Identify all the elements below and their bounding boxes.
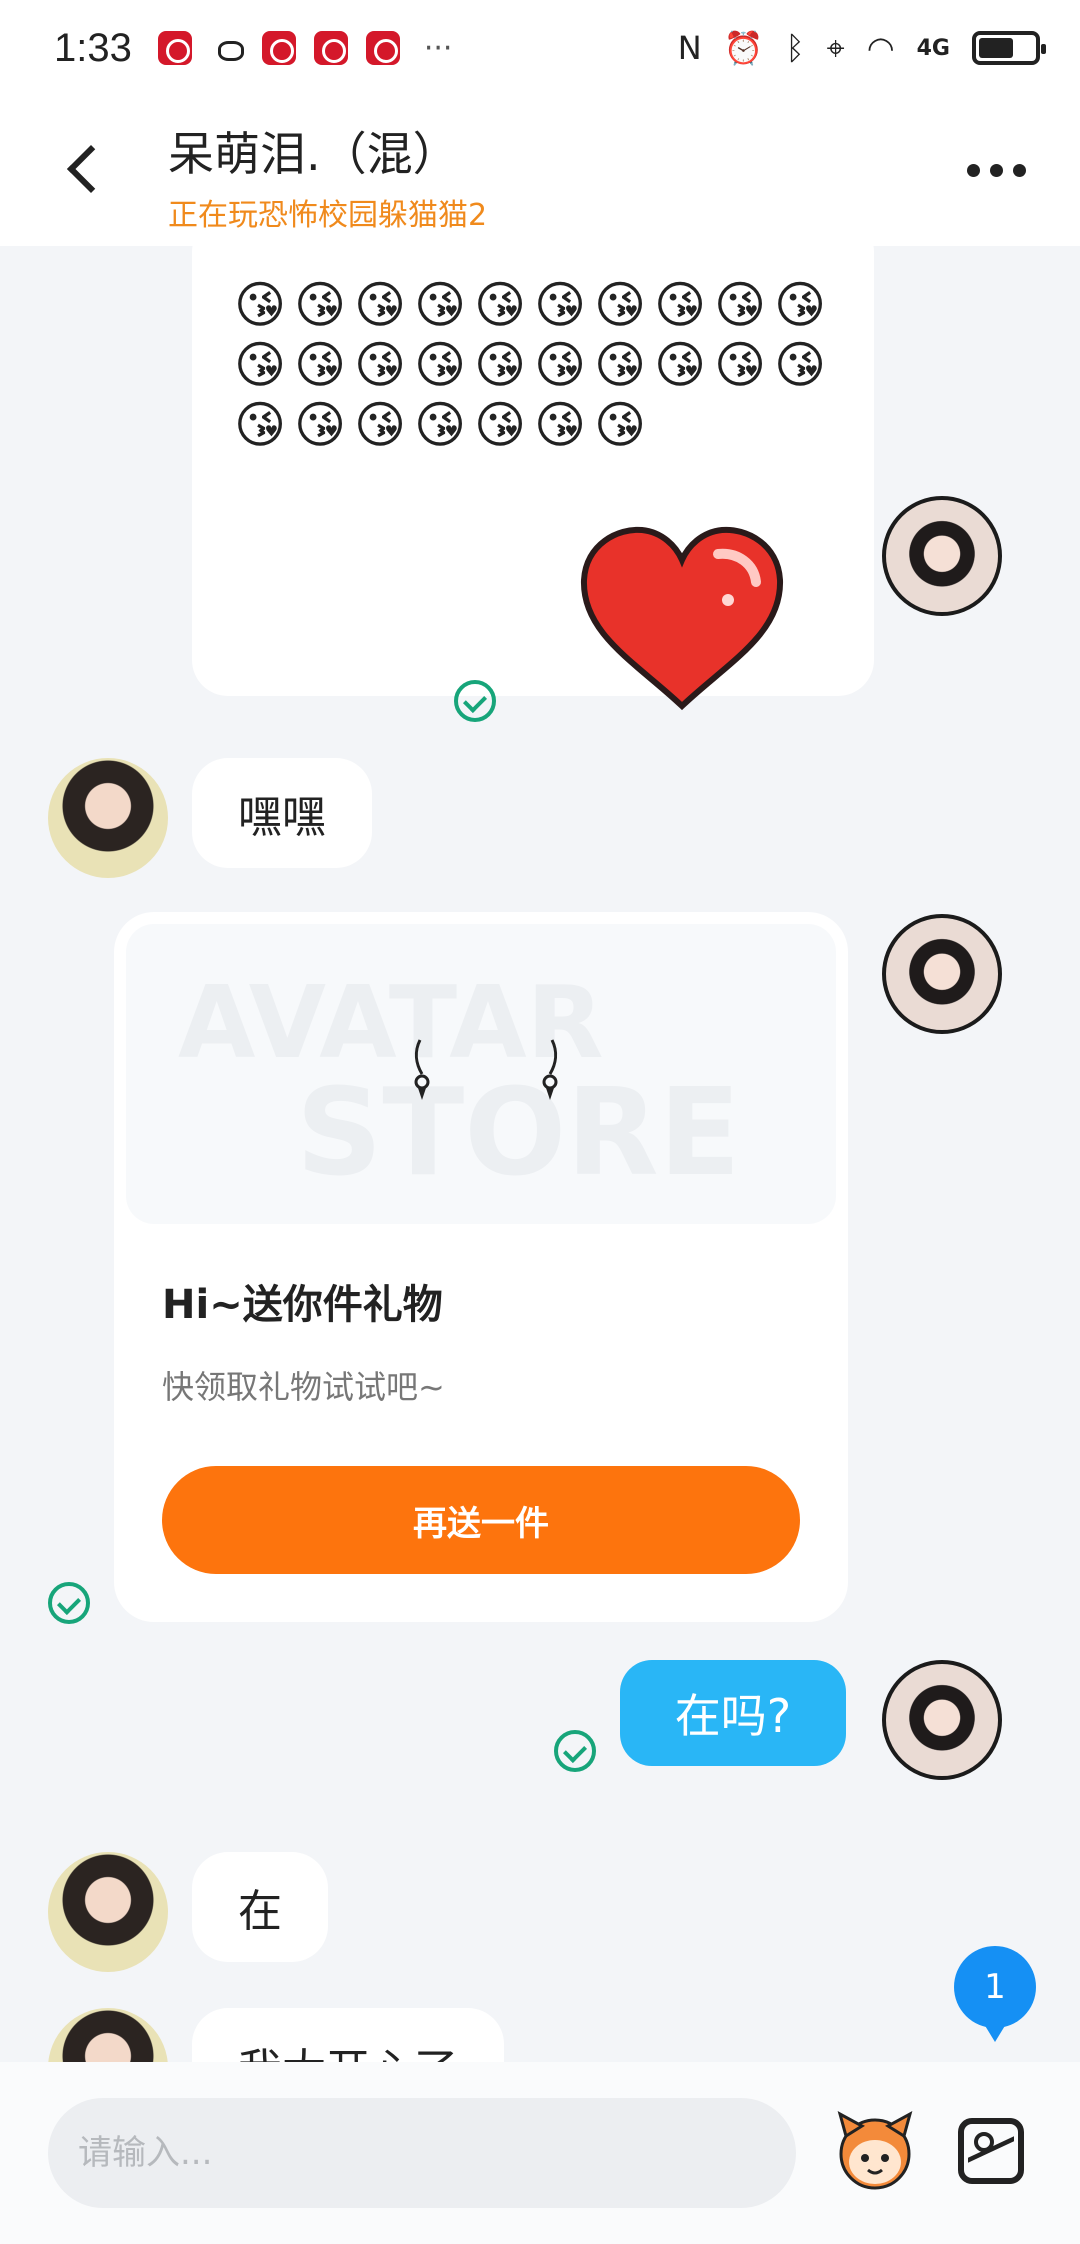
kiss-emoji-icon: 😘 (593, 276, 647, 334)
kiss-emoji-icon: 😘 (473, 276, 527, 334)
wifi-icon: ◠ (866, 29, 895, 67)
kiss-emoji-icon: 😘 (293, 396, 347, 454)
status-time: 1:33 (54, 25, 132, 70)
emoji-row: 😘 😘 😘 😘 😘 😘 😘 😘 😘 😘 (232, 336, 852, 394)
contact-status: 正在玩恐怖校园躲猫猫2 (168, 198, 488, 233)
emoji-row: 😘 😘 😘 😘 😘 😘 😘 😘 😘 😘 (232, 276, 852, 334)
huawei-app-icon (313, 31, 348, 65)
kiss-emoji-icon: 😘 (593, 396, 647, 454)
emoji-row: 😘 😘 😘 😘 😘 😘 😘 (232, 396, 852, 454)
unread-count-badge[interactable]: 1 (954, 1946, 1036, 2042)
lottery-app-icon (261, 31, 296, 65)
my-avatar[interactable] (882, 1660, 1002, 1780)
kiss-emoji-icon: 😘 (413, 336, 467, 394)
signal-icon: 4G (916, 35, 950, 61)
huawei-app-icon (157, 31, 192, 65)
message-bubble[interactable]: 嘿嘿 (192, 758, 372, 868)
heart-sticker[interactable] (578, 524, 786, 714)
kiss-emoji-icon: 😘 (353, 336, 407, 394)
message-input[interactable] (48, 2098, 796, 2208)
status-bar: 1:33 ··· N ⏰ ᛒ ⌖ ◠ 4G (0, 0, 1080, 96)
chat-header: 呆萌泪.（混） 正在玩恐怖校园躲猫猫2 (0, 96, 1080, 246)
kiss-emoji-icon: 😘 (533, 336, 587, 394)
kiss-emoji-icon: 😘 (353, 396, 407, 454)
image-picker-icon[interactable] (958, 2118, 1024, 2184)
bluetooth-icon: ᛒ (785, 29, 805, 67)
message-text: 我太开心了 (238, 2034, 458, 2062)
read-check-icon (554, 1730, 596, 1772)
gift-earrings (414, 1039, 558, 1100)
message-text: 在 (238, 1886, 282, 1937)
link-app-icon (210, 31, 244, 65)
message-text: 在吗? (674, 1689, 792, 1743)
back-arrow-icon[interactable] (62, 146, 106, 196)
kiss-emoji-icon: 😘 (473, 336, 527, 394)
notification-icons: ··· (157, 30, 453, 66)
kiss-emoji-icon: 😘 (233, 396, 287, 454)
location-icon: ⌖ (826, 28, 845, 67)
gift-subtitle: 快领取礼物试试吧~ (162, 1368, 445, 1406)
read-check-icon (48, 1582, 90, 1624)
contact-name: 呆萌泪.（混） (168, 127, 459, 181)
kiss-emoji-icon: 😘 (413, 396, 467, 454)
partner-avatar[interactable] (48, 2008, 168, 2062)
kiss-emoji-icon: 😘 (653, 276, 707, 334)
my-message-bubble[interactable]: 在吗? (620, 1660, 846, 1766)
partner-avatar[interactable] (48, 758, 168, 878)
battery-icon (972, 31, 1046, 65)
kiss-emoji-icon: 😘 (773, 276, 827, 334)
contact-info[interactable]: 呆萌泪.（混） 正在玩恐怖校园躲猫猫2 (168, 118, 487, 234)
kiss-emoji-icon: 😘 (713, 276, 767, 334)
send-again-button[interactable]: 再送一件 (162, 1466, 800, 1574)
nfc-icon: N (677, 29, 702, 67)
message-bubble[interactable]: 在 (192, 1852, 328, 1962)
kiss-emoji-icon: 😘 (473, 396, 527, 454)
partner-avatar[interactable] (48, 1852, 168, 1972)
kiss-emoji-icon: 😘 (593, 336, 647, 394)
kiss-emoji-icon: 😘 (353, 276, 407, 334)
system-icons: N ⏰ ᛒ ⌖ ◠ 4G (677, 28, 1046, 68)
message-text: 嘿嘿 (238, 792, 326, 843)
kiss-emoji-icon: 😘 (293, 336, 347, 394)
gift-title: Hi~送你件礼物 (162, 1282, 443, 1328)
gift-card[interactable]: AVATAR STORE Hi~送你件礼物 快领取礼物试试吧~ 再送一件 (114, 912, 848, 1622)
kiss-emoji-icon: 😘 (533, 276, 587, 334)
kiss-emoji-icon: 😘 (293, 276, 347, 334)
kiss-emoji-icon: 😘 (533, 396, 587, 454)
my-avatar[interactable] (882, 914, 1002, 1034)
read-check-icon (454, 680, 496, 722)
mascot-sticker-icon[interactable] (830, 2106, 920, 2196)
kiss-emoji-icon: 😘 (653, 336, 707, 394)
message-list[interactable]: 😘 😘 😘 😘 😘 😘 😘 😘 😘 😘 😘 😘 😘 😘 😘 😘 😘 😘 😘 😘 😘 😘 😘 😘 😘 😘 😘 嘿嘿 AVATAR ST… (0, 246, 1080, 2062)
kiss-emoji-icon: 😘 (773, 336, 827, 394)
gift-image: AVATAR STORE (126, 924, 836, 1224)
alarm-icon: ⏰ (723, 29, 764, 67)
my-avatar[interactable] (882, 496, 1002, 616)
emoji-grid: 😘 😘 😘 😘 😘 😘 😘 😘 😘 😘 😘 😘 😘 😘 😘 😘 😘 😘 😘 😘 😘 😘 😘 😘 😘 😘 😘 (232, 276, 852, 456)
input-bar (0, 2062, 1080, 2244)
message-bubble[interactable]: 我太开心了 (192, 2008, 504, 2062)
kiss-emoji-icon: 😘 (713, 336, 767, 394)
huawei-app-icon (365, 31, 400, 65)
more-options-icon[interactable] (967, 164, 1026, 177)
kiss-emoji-icon: 😘 (233, 276, 287, 334)
kiss-emoji-icon: 😘 (233, 336, 287, 394)
kiss-emoji-icon: 😘 (413, 276, 467, 334)
more-notifications-icon: ··· (423, 30, 453, 66)
